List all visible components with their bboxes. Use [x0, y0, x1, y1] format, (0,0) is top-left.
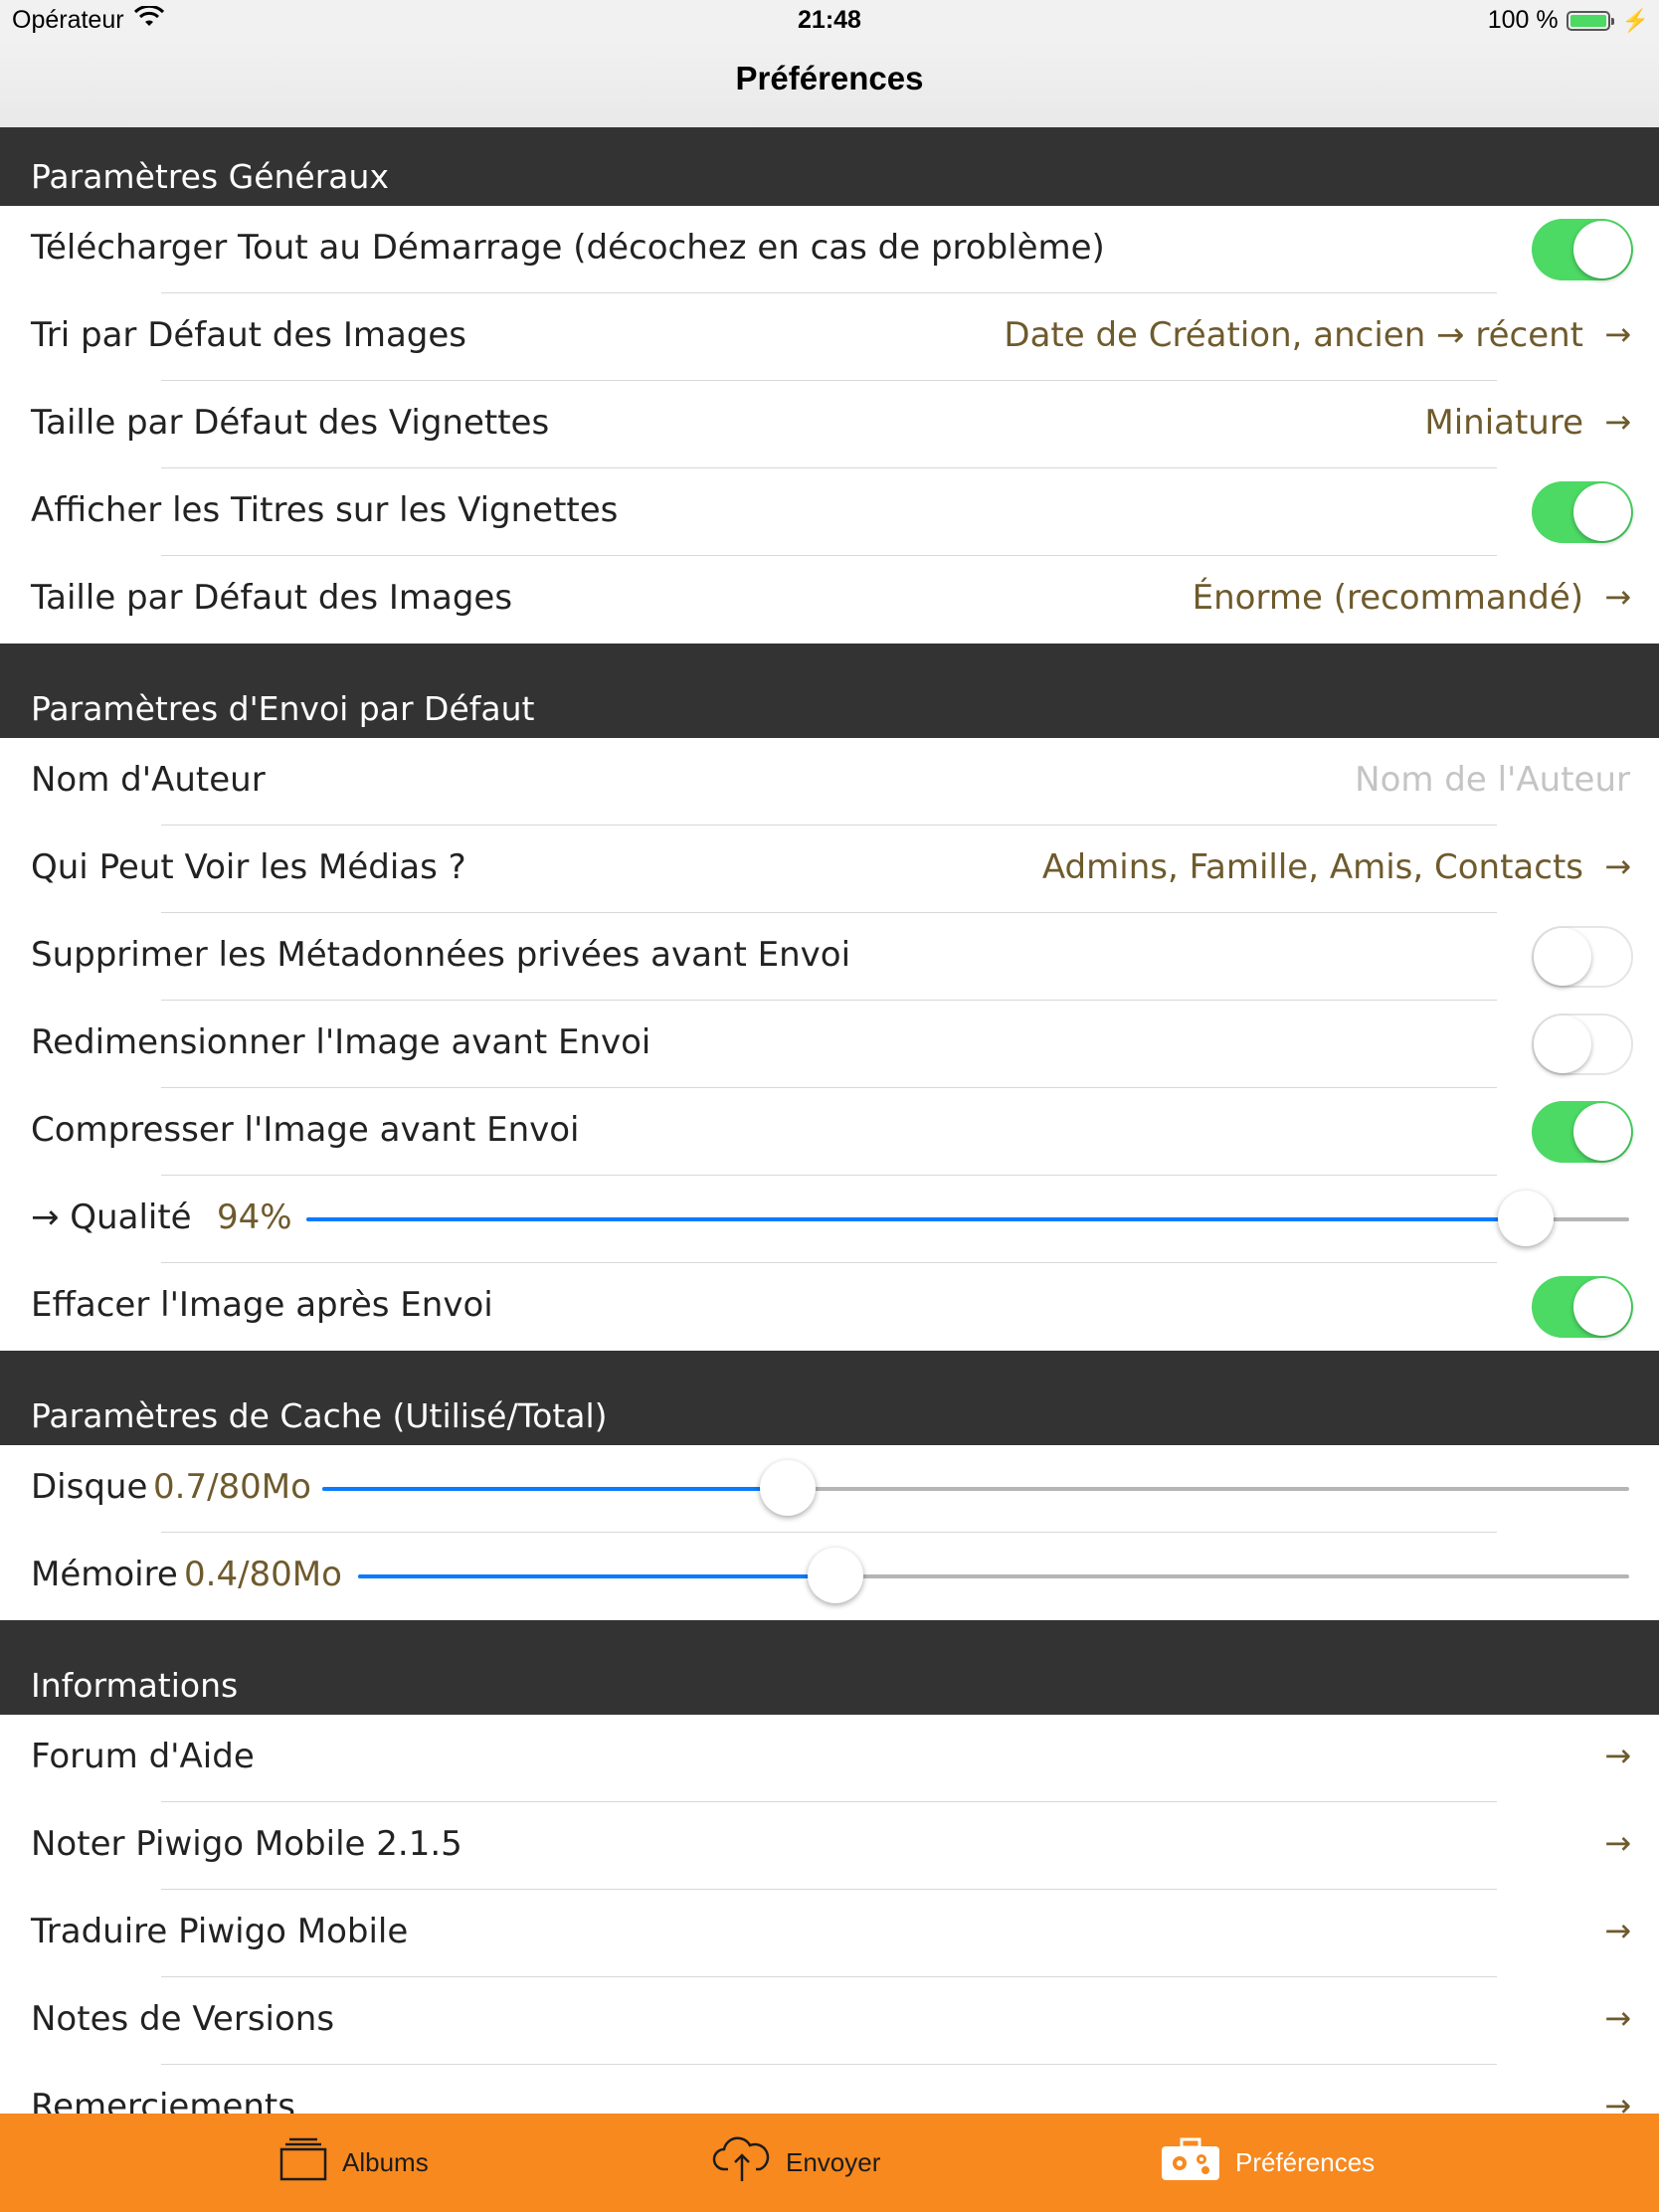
row-label: → Qualité	[31, 1198, 192, 1237]
row-release-notes[interactable]: Notes de Versions →	[0, 1977, 1659, 2065]
tab-upload[interactable]: Envoyer	[712, 2114, 880, 2212]
row-acknowledgements[interactable]: Remerciements →	[0, 2065, 1659, 2114]
row-quality: → Qualité 94%	[0, 1176, 1659, 1263]
status-bar: Opérateur 21:48 100 % ⚡	[0, 0, 1659, 40]
row-show-titles: Afficher les Titres sur les Vignettes	[0, 468, 1659, 556]
compress-toggle[interactable]	[1532, 1101, 1633, 1163]
row-label: Nom d'Auteur	[31, 760, 266, 800]
tab-albums[interactable]: Albums	[278, 2114, 429, 2212]
row-image-size[interactable]: Taille par Défaut des Images Énorme (rec…	[0, 556, 1659, 644]
clock: 21:48	[798, 6, 861, 34]
row-label: Tri par Défaut des Images	[31, 315, 467, 355]
row-label: Télécharger Tout au Démarrage (décochez …	[31, 228, 1105, 268]
row-label: Disque	[31, 1467, 148, 1507]
section-header-general: Paramètres Généraux	[0, 127, 1659, 206]
row-download-all: Télécharger Tout au Démarrage (décochez …	[0, 206, 1659, 293]
image-size-value: Énorme (recommandé)	[1192, 578, 1583, 618]
quality-slider[interactable]	[306, 1191, 1629, 1246]
section-title: Paramètres d'Envoi par Défaut	[31, 689, 535, 728]
memory-cache-slider-thumb[interactable]	[808, 1548, 864, 1603]
row-thumbnail-size[interactable]: Taille par Défaut des Vignettes Miniatur…	[0, 381, 1659, 468]
image-sort-value: Date de Création, ancien → récent	[1004, 315, 1583, 355]
author-input[interactable]: Nom de l'Auteur	[1355, 760, 1630, 800]
row-memory-cache: Mémoire 0.4/80Mo	[0, 1533, 1659, 1620]
row-image-sort[interactable]: Tri par Défaut des Images Date de Créati…	[0, 293, 1659, 381]
chevron-right-icon: →	[1604, 578, 1631, 616]
navigation-bar: Préférences	[0, 40, 1659, 128]
row-label: Compresser l'Image avant Envoi	[31, 1110, 580, 1150]
row-compress: Compresser l'Image avant Envoi	[0, 1088, 1659, 1176]
quality-value: 94%	[217, 1198, 292, 1237]
tab-label: Préférences	[1235, 2147, 1376, 2177]
row-author: Nom d'Auteur Nom de l'Auteur	[0, 738, 1659, 826]
section-header-upload: Paramètres d'Envoi par Défaut	[0, 644, 1659, 738]
strip-metadata-toggle[interactable]	[1532, 926, 1633, 988]
chevron-right-icon: →	[1604, 847, 1631, 885]
albums-icon	[278, 2137, 328, 2188]
charging-icon: ⚡	[1621, 7, 1649, 33]
row-label: Mémoire	[31, 1555, 178, 1594]
section-header-cache: Paramètres de Cache (Utilisé/Total)	[0, 1351, 1659, 1445]
row-disk-cache: Disque 0.7/80Mo	[0, 1445, 1659, 1533]
row-label: Notes de Versions	[31, 1999, 335, 2039]
tab-bar: Albums Envoyer Préférences	[0, 2114, 1659, 2212]
section-title: Paramètres de Cache (Utilisé/Total)	[31, 1396, 608, 1435]
row-resize: Redimensionner l'Image avant Envoi	[0, 1001, 1659, 1088]
disk-cache-slider[interactable]	[322, 1460, 1629, 1516]
chevron-right-icon: →	[1604, 1912, 1631, 1949]
row-label: Remerciements	[31, 2087, 295, 2114]
upload-cloud-icon	[712, 2135, 772, 2190]
thumbnail-size-value: Miniature	[1424, 403, 1583, 443]
row-label: Redimensionner l'Image avant Envoi	[31, 1022, 651, 1062]
row-delete-after: Effacer l'Image après Envoi	[0, 1263, 1659, 1351]
row-label: Taille par Défaut des Vignettes	[31, 403, 550, 443]
row-strip-metadata: Supprimer les Métadonnées privées avant …	[0, 913, 1659, 1001]
tab-preferences[interactable]: Préférences	[1160, 2114, 1375, 2212]
delete-after-toggle[interactable]	[1532, 1276, 1633, 1338]
tab-label: Envoyer	[786, 2147, 881, 2177]
row-rate-app[interactable]: Noter Piwigo Mobile 2.1.5 →	[0, 1802, 1659, 1890]
page-title: Préférences	[735, 60, 924, 96]
row-label: Qui Peut Voir les Médias ?	[31, 847, 466, 887]
row-label: Forum d'Aide	[31, 1737, 255, 1776]
chevron-right-icon: →	[1604, 2087, 1631, 2114]
chevron-right-icon: →	[1604, 315, 1631, 353]
chevron-right-icon: →	[1604, 1999, 1631, 2037]
row-label: Traduire Piwigo Mobile	[31, 1912, 409, 1951]
battery-percent: 100 %	[1487, 6, 1559, 34]
memory-cache-slider[interactable]	[358, 1548, 1629, 1603]
privacy-value: Admins, Famille, Amis, Contacts	[1041, 847, 1583, 887]
quality-slider-thumb[interactable]	[1497, 1191, 1554, 1246]
disk-cache-slider-thumb[interactable]	[760, 1460, 817, 1516]
row-label: Supprimer les Métadonnées privées avant …	[31, 935, 851, 975]
section-title: Informations	[31, 1666, 239, 1705]
row-label: Noter Piwigo Mobile 2.1.5	[31, 1824, 462, 1864]
memory-cache-value: 0.4/80Mo	[184, 1555, 342, 1594]
tab-label: Albums	[342, 2147, 429, 2177]
battery-icon	[1566, 10, 1614, 31]
chevron-right-icon: →	[1604, 403, 1631, 441]
chevron-right-icon: →	[1604, 1824, 1631, 1862]
download-all-toggle[interactable]	[1532, 219, 1633, 280]
row-label: Taille par Défaut des Images	[31, 578, 513, 618]
settings-toolbox-icon	[1160, 2136, 1221, 2189]
row-privacy[interactable]: Qui Peut Voir les Médias ? Admins, Famil…	[0, 826, 1659, 913]
section-title: Paramètres Généraux	[31, 157, 389, 196]
disk-cache-value: 0.7/80Mo	[153, 1467, 311, 1507]
row-translate[interactable]: Traduire Piwigo Mobile →	[0, 1890, 1659, 1977]
row-label: Afficher les Titres sur les Vignettes	[31, 490, 619, 530]
settings-list[interactable]: Paramètres Généraux Télécharger Tout au …	[0, 127, 1659, 2114]
chevron-right-icon: →	[1604, 1737, 1631, 1774]
battery-status: 100 % ⚡	[1488, 6, 1649, 35]
row-label: Effacer l'Image après Envoi	[31, 1285, 493, 1325]
show-titles-toggle[interactable]	[1532, 481, 1633, 543]
resize-toggle[interactable]	[1532, 1014, 1633, 1075]
section-header-info: Informations	[0, 1620, 1659, 1715]
row-help-forum[interactable]: Forum d'Aide →	[0, 1715, 1659, 1802]
